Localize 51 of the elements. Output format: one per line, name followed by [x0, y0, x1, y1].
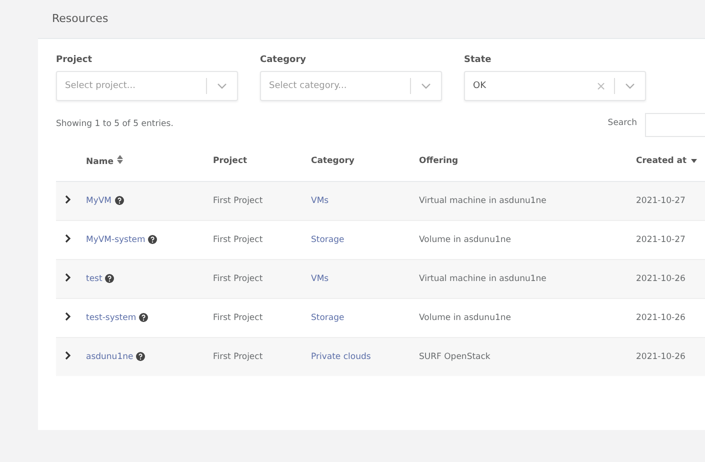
- column-header[interactable]: Created at: [636, 156, 687, 166]
- select-field[interactable]: Select project...: [56, 71, 238, 101]
- resource-link[interactable]: MyVM-system: [86, 235, 146, 245]
- expand-button[interactable]: [65, 273, 71, 282]
- resource-link[interactable]: MyVM: [86, 196, 112, 206]
- column-header: Offering: [419, 156, 458, 166]
- filter-label: State: [464, 55, 492, 65]
- filter-label: Category: [260, 55, 308, 65]
- expand-button[interactable]: [65, 312, 71, 321]
- column-header: Category: [311, 156, 354, 166]
- select-field[interactable]: Select category...: [260, 71, 442, 101]
- expand-button[interactable]: [65, 351, 71, 360]
- sort-icon[interactable]: [117, 155, 124, 164]
- table-cell: Volume in asdunu1ne: [419, 235, 511, 245]
- column-header: Project: [213, 156, 248, 166]
- table-cell: 2021-10-27: [636, 235, 686, 245]
- page-title: Resources: [51, 11, 110, 27]
- filter-label: Project: [56, 55, 94, 65]
- table-cell: 2021-10-26: [636, 313, 686, 323]
- category-link[interactable]: VMs: [311, 274, 329, 284]
- table-cell: First Project: [213, 313, 263, 323]
- table-cell: SURF OpenStack: [419, 352, 490, 362]
- expand-button[interactable]: [65, 195, 71, 204]
- expand-button[interactable]: [65, 234, 71, 243]
- table-cell: 2021-10-26: [636, 352, 686, 362]
- sort-descending-icon[interactable]: [690, 159, 697, 163]
- table-cell: Virtual machine in asdunu1ne: [419, 274, 546, 284]
- help-icon[interactable]: [105, 274, 114, 284]
- search-label: Search: [608, 118, 637, 128]
- resource-link[interactable]: asdunu1ne: [86, 352, 134, 362]
- category-link[interactable]: Storage: [311, 313, 344, 323]
- table-cell: 2021-10-26: [636, 274, 686, 284]
- table-cell: First Project: [213, 274, 263, 284]
- category-link[interactable]: Private clouds: [311, 352, 371, 362]
- table-cell: Volume in asdunu1ne: [419, 313, 511, 323]
- resource-link[interactable]: test-system: [86, 313, 136, 323]
- table-cell: First Project: [213, 235, 263, 245]
- help-icon[interactable]: [148, 235, 158, 244]
- column-header[interactable]: Name: [86, 157, 114, 167]
- table-cell: Virtual machine in asdunu1ne: [419, 196, 546, 206]
- search-field[interactable]: [645, 113, 705, 137]
- help-icon[interactable]: [139, 313, 148, 322]
- table-cell: 2021-10-27: [636, 196, 686, 206]
- table-cell: First Project: [213, 196, 263, 206]
- resource-link[interactable]: test: [86, 274, 102, 284]
- entries-summary: Showing 1 to 5 of 5 entries.: [56, 119, 174, 131]
- help-icon[interactable]: [114, 196, 124, 206]
- help-icon[interactable]: [136, 352, 146, 362]
- table-cell: First Project: [213, 352, 263, 362]
- category-link[interactable]: Storage: [311, 235, 344, 245]
- category-link[interactable]: VMs: [311, 196, 329, 206]
